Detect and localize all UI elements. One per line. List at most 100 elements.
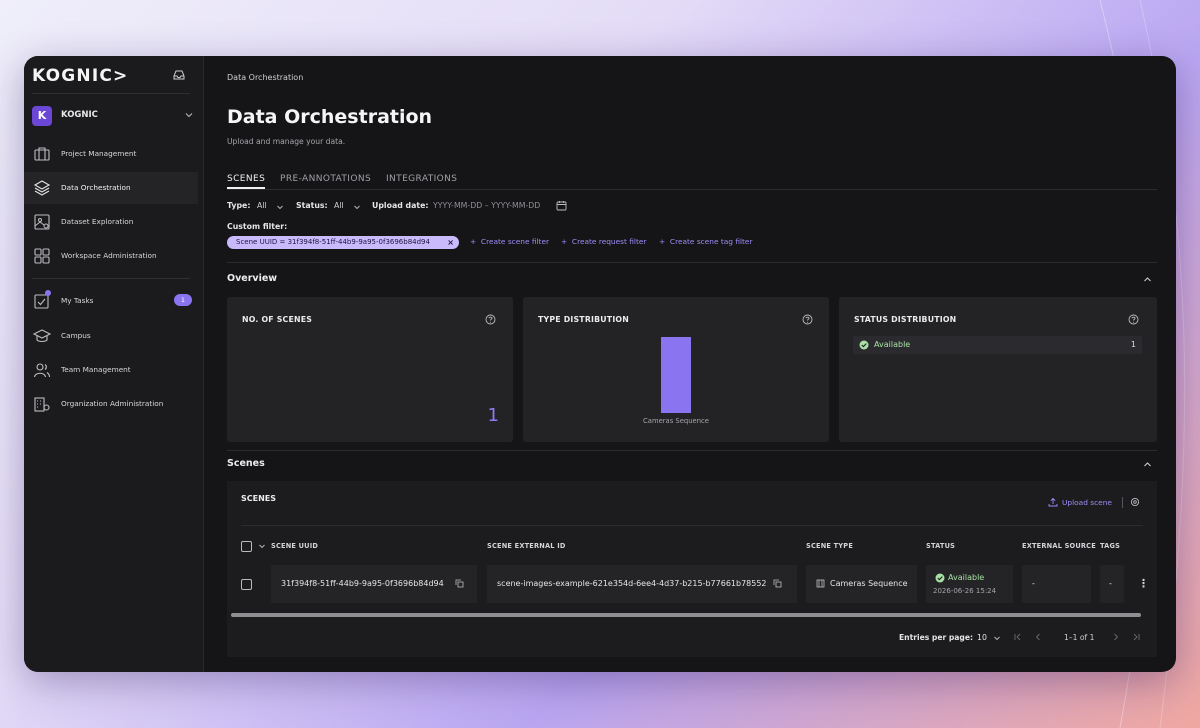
sidebar-item-label: Campus — [61, 331, 91, 340]
scene-type-value: Cameras Sequence — [830, 579, 908, 588]
type-filter-label: Type: — [227, 201, 251, 210]
scene-uuid-cell: 31f394f8-51ff-44b9-9a95-0f3696b84d94 — [271, 565, 477, 603]
bar-cameras-sequence[interactable] — [661, 337, 691, 413]
chevron-down-icon — [185, 113, 193, 118]
first-page-icon[interactable] — [1013, 632, 1023, 642]
tabs-divider — [227, 189, 1157, 190]
horizontal-scrollbar[interactable] — [231, 613, 1141, 617]
sidebar-item-data-orchestration[interactable]: Data Orchestration — [24, 172, 198, 204]
breadcrumb[interactable]: Data Orchestration — [227, 73, 303, 82]
sidebar-item-label: Dataset Exploration — [61, 217, 134, 226]
sidebar-item-label: Organization Administration — [61, 399, 164, 408]
notification-dot — [45, 290, 51, 296]
create-request-filter-link[interactable]: + Create request filter — [561, 237, 646, 246]
tags-cell: - — [1100, 565, 1124, 603]
chevron-down-icon[interactable] — [276, 203, 284, 211]
sidebar-item-team-management[interactable]: Team Management — [24, 354, 198, 386]
next-page-icon[interactable] — [1111, 632, 1121, 642]
grid-icon — [34, 248, 50, 264]
page-subtitle: Upload and manage your data. — [227, 137, 346, 146]
tab-scenes[interactable]: SCENES — [227, 174, 265, 184]
panel-title: SCENES — [241, 494, 277, 503]
sidebar-item-my-tasks[interactable]: My Tasks 1 — [24, 285, 198, 317]
row-menu-icon[interactable]: ⋮ — [1138, 577, 1149, 590]
row-checkbox[interactable] — [241, 579, 252, 590]
upload-date-label: Upload date: — [372, 201, 429, 210]
bar-label: Cameras Sequence — [643, 417, 709, 425]
type-filter-select[interactable]: All — [257, 201, 267, 210]
upload-scene-button[interactable]: Upload scene — [1048, 497, 1118, 509]
upload-date-input[interactable]: YYYY-MM-DD – YYYY-MM-DD — [433, 201, 540, 210]
column-header-tags[interactable]: TAGS — [1100, 542, 1120, 550]
check-circle-icon — [935, 573, 945, 583]
chevron-up-icon[interactable] — [1143, 275, 1152, 284]
link-label: Create scene filter — [480, 237, 550, 246]
calendar-icon[interactable] — [556, 200, 567, 211]
help-icon[interactable] — [485, 314, 496, 325]
sidebar-item-organization-administration[interactable]: Organization Administration — [24, 388, 198, 420]
org-switcher[interactable]: K KOGNIC — [32, 106, 193, 128]
section-divider — [227, 450, 1157, 451]
copy-icon[interactable] — [773, 579, 782, 588]
card-title: STATUS DISTRIBUTION — [854, 315, 957, 324]
create-scene-tag-filter-link[interactable]: + Create scene tag filter — [659, 237, 753, 246]
inbox-icon[interactable] — [172, 68, 186, 82]
chevron-down-icon[interactable] — [353, 203, 361, 211]
status-date: 2026-06-26 15:24 — [933, 587, 997, 595]
briefcase-icon — [34, 147, 50, 161]
status-filter-label: Status: — [296, 201, 328, 210]
tab-pre-annotations[interactable]: PRE-ANNOTATIONS — [280, 174, 371, 184]
column-header-scene-external-id[interactable]: SCENE EXTERNAL ID — [487, 542, 566, 550]
sidebar-item-dataset-exploration[interactable]: Dataset Exploration — [24, 206, 198, 238]
filter-chip[interactable]: Scene UUID = 31f394f8-51ff-44b9-9a95-0f3… — [227, 236, 459, 249]
gear-icon[interactable] — [1130, 497, 1140, 507]
main-content: Data Orchestration Data Orchestration Up… — [203, 56, 1176, 672]
scene-type-cell: Cameras Sequence — [806, 565, 917, 603]
chevron-down-icon[interactable] — [993, 634, 1001, 642]
column-header-scene-uuid[interactable]: SCENE UUID — [271, 542, 318, 550]
status-row-available[interactable]: Available 1 — [853, 336, 1142, 354]
scene-external-id-cell: scene-images-example-621e354d-6ee4-4d37-… — [487, 565, 797, 603]
help-icon[interactable] — [1128, 314, 1139, 325]
copy-icon[interactable] — [455, 579, 464, 588]
create-scene-filter-link[interactable]: + Create scene filter — [470, 237, 549, 246]
sidebar-item-label: My Tasks — [61, 296, 94, 305]
scenes-count-value: 1 — [487, 405, 499, 426]
status-label: Available — [874, 340, 911, 349]
previous-page-icon[interactable] — [1033, 632, 1043, 642]
card-title: NO. OF SCENES — [242, 315, 313, 324]
org-name: KOGNIC — [61, 110, 98, 120]
column-header-status[interactable]: STATUS — [926, 542, 955, 550]
close-icon[interactable]: × — [447, 236, 454, 249]
external-source-value: - — [1032, 579, 1035, 588]
last-page-icon[interactable] — [1131, 632, 1141, 642]
custom-filter-label: Custom filter: — [227, 222, 288, 231]
type-distribution-card: TYPE DISTRIBUTION Cameras Sequence — [523, 297, 829, 442]
status-filter-select[interactable]: All — [334, 201, 344, 210]
tags-value: - — [1109, 579, 1112, 588]
chevron-up-icon[interactable] — [1143, 460, 1152, 469]
image-search-icon — [34, 214, 50, 230]
sidebar-item-label: Workspace Administration — [61, 251, 157, 260]
entries-per-page-select[interactable]: 10 — [977, 633, 987, 642]
column-header-scene-type[interactable]: SCENE TYPE — [806, 542, 853, 550]
graduation-cap-icon — [33, 329, 51, 343]
scrollbar-thumb[interactable] — [231, 613, 1141, 617]
column-header-external-source[interactable]: EXTERNAL SOURCE — [1022, 542, 1096, 550]
table-top-divider — [241, 525, 1143, 526]
sidebar-item-workspace-administration[interactable]: Workspace Administration — [24, 240, 198, 272]
scenes-section-title: Scenes — [227, 458, 265, 469]
sidebar-item-campus[interactable]: Campus — [24, 320, 198, 352]
tab-integrations[interactable]: INTEGRATIONS — [386, 174, 457, 184]
scenes-table-panel: SCENES Upload scene SCENE UUID SCENE EXT… — [227, 481, 1157, 657]
select-all-checkbox[interactable] — [241, 541, 252, 552]
link-label: Create scene tag filter — [669, 237, 753, 246]
overview-title: Overview — [227, 273, 278, 284]
chevron-down-icon[interactable] — [258, 542, 266, 550]
sidebar-divider — [32, 278, 190, 279]
sidebar-item-project-management[interactable]: Project Management — [24, 138, 198, 170]
status-value: Available — [948, 573, 985, 582]
org-avatar: K — [32, 106, 52, 126]
sidebar: KOGNIC> K KOGNIC Project Management Data… — [24, 56, 204, 672]
upload-scene-label: Upload scene — [1062, 498, 1112, 507]
